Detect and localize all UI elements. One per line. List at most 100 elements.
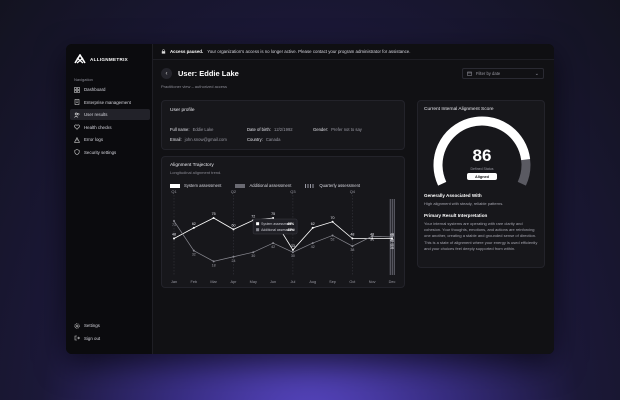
logo-icon bbox=[74, 54, 86, 64]
series-point bbox=[232, 228, 235, 231]
status-badge: Aligned bbox=[467, 173, 497, 180]
sidebar-item-label: Settings bbox=[84, 323, 100, 328]
series-point bbox=[311, 242, 314, 245]
profile-dob: Date of birth: 12/2/1992 bbox=[247, 127, 293, 132]
series-point bbox=[371, 235, 374, 238]
logo-text: ALLIGNMETRIX bbox=[90, 56, 129, 62]
data-label: 18 bbox=[212, 263, 216, 267]
chevron-left-icon: ‹ bbox=[165, 70, 168, 77]
data-label: 48 bbox=[350, 233, 354, 237]
profile-country: Country: Canada bbox=[247, 137, 281, 142]
data-label: 48 bbox=[390, 233, 394, 237]
gender-label: Gender: bbox=[313, 127, 329, 132]
tooltip-swatch bbox=[256, 222, 260, 226]
sidebar-item-label: Security settings bbox=[84, 149, 117, 155]
data-label: 42 bbox=[271, 245, 275, 249]
section2-text: Your internal systems are operating with… bbox=[424, 221, 538, 251]
series-point bbox=[212, 217, 215, 219]
dob-value: 12/2/1992 bbox=[273, 127, 293, 132]
data-label: 32 bbox=[192, 253, 196, 257]
profile-title: User profile bbox=[170, 108, 195, 113]
users-icon bbox=[74, 112, 80, 118]
data-label: 75 bbox=[271, 212, 275, 216]
data-label: 72 bbox=[251, 214, 255, 218]
data-label: 30 bbox=[251, 254, 255, 258]
shield-icon bbox=[74, 149, 80, 155]
alignment-trajectory-card: Alignment Trajectory Longitudinal alignm… bbox=[161, 156, 405, 288]
data-label: 24 bbox=[231, 259, 235, 263]
nav-heading: Navigation bbox=[74, 77, 93, 82]
sidebar-item-label: User results bbox=[84, 112, 108, 117]
email-label: Email: bbox=[170, 137, 182, 142]
full-name-label: Full name: bbox=[170, 127, 190, 132]
sidebar-item-label: Health checks bbox=[84, 124, 112, 130]
sidebar-item-label: Enterprise management bbox=[84, 99, 131, 105]
country-value: Canada bbox=[265, 137, 281, 142]
data-label: 52 bbox=[331, 237, 335, 241]
sidebar-item-sign-out[interactable]: Sign out bbox=[70, 333, 150, 344]
sidebar-item-error-logs[interactable]: Error logs bbox=[70, 134, 150, 145]
x-tick-label: Feb bbox=[191, 280, 198, 284]
sidebar-item-health-checks[interactable]: Health checks bbox=[70, 122, 150, 133]
sidebar-item-security-settings[interactable]: Security settings bbox=[70, 147, 150, 158]
section2-title: Primary Result Interpretation bbox=[424, 213, 488, 218]
chevron-down-icon: ⌄ bbox=[534, 70, 539, 77]
quarter-label: Q2 bbox=[231, 189, 237, 194]
calendar-icon bbox=[467, 71, 472, 76]
date-filter-placeholder: Filter by date bbox=[476, 71, 501, 76]
tooltip-value: 49% bbox=[287, 222, 294, 226]
banner-text: Your organization's access is no longer … bbox=[207, 49, 411, 54]
data-label: 33 bbox=[291, 244, 295, 248]
series-point bbox=[252, 251, 255, 254]
series-point bbox=[331, 220, 334, 223]
series-point bbox=[212, 260, 215, 263]
email-value: john.snow@gmail.com bbox=[184, 137, 227, 142]
series-point bbox=[311, 226, 314, 229]
data-label: 75 bbox=[212, 212, 216, 216]
series-point bbox=[272, 242, 275, 245]
alert-icon bbox=[74, 136, 80, 143]
x-tick-label: Dec bbox=[389, 280, 396, 284]
series-point bbox=[351, 237, 354, 240]
score-value: 86 bbox=[472, 146, 492, 165]
x-tick-label: Jun bbox=[270, 280, 276, 284]
x-tick-label: Sep bbox=[329, 280, 336, 284]
sidebar-item-settings[interactable]: Settings bbox=[70, 320, 150, 331]
data-label: 71 bbox=[172, 223, 176, 227]
date-filter[interactable]: Filter by date ⌄ bbox=[462, 68, 544, 79]
series-point bbox=[192, 249, 195, 252]
data-label: 51 bbox=[370, 238, 374, 242]
x-tick-label: May bbox=[250, 280, 257, 284]
series-point bbox=[291, 251, 294, 254]
back-button[interactable]: ‹ bbox=[161, 68, 172, 79]
sidebar-item-enterprise[interactable]: Enterprise management bbox=[70, 97, 150, 108]
series-point bbox=[291, 248, 294, 251]
dashboard-icon bbox=[74, 86, 80, 93]
data-label: 60 bbox=[231, 223, 235, 227]
sidebar-bottom-nav: Settings Sign out bbox=[70, 320, 150, 345]
lock-icon bbox=[161, 49, 166, 54]
tooltip-swatch bbox=[256, 228, 260, 232]
quarter-label: Q3 bbox=[290, 189, 296, 194]
profile-full-name: Full name: Eddie Lake bbox=[170, 127, 214, 132]
x-tick-label: Mar bbox=[210, 280, 217, 284]
x-tick-label: Apr bbox=[230, 280, 237, 284]
trajectory-chart: Q1 Q2 Q3 Q43640465248627560727533627048 48 48… bbox=[171, 189, 396, 284]
sidebar-item-dashboard[interactable]: Dashboard bbox=[70, 84, 150, 95]
sidebar-item-user-results[interactable]: User results bbox=[70, 109, 150, 120]
series-point bbox=[351, 245, 354, 248]
series-point bbox=[173, 220, 175, 223]
user-profile-card: User profile Full name: Eddie Lake Email:… bbox=[161, 100, 405, 150]
main-content: Access paused. Your organization's acces… bbox=[152, 44, 554, 354]
data-label: 48 bbox=[172, 233, 176, 237]
profile-gender: Gender: Prefer not to say bbox=[313, 127, 362, 132]
section1-title: Generally Associated With bbox=[424, 193, 482, 198]
alignment-score-card: Current Internal Alignment Score 86 Defi… bbox=[417, 100, 545, 268]
page-subtitle: Practitioner view – authorized access bbox=[161, 84, 228, 89]
page-title: User: Eddie Lake bbox=[178, 69, 239, 78]
section1-text: High alignment with steady, reliable pat… bbox=[424, 201, 504, 206]
logo[interactable]: ALLIGNMETRIX bbox=[74, 54, 128, 64]
gear-icon bbox=[74, 322, 80, 329]
series-point bbox=[232, 255, 235, 258]
banner-strong: Access paused. bbox=[170, 49, 204, 54]
